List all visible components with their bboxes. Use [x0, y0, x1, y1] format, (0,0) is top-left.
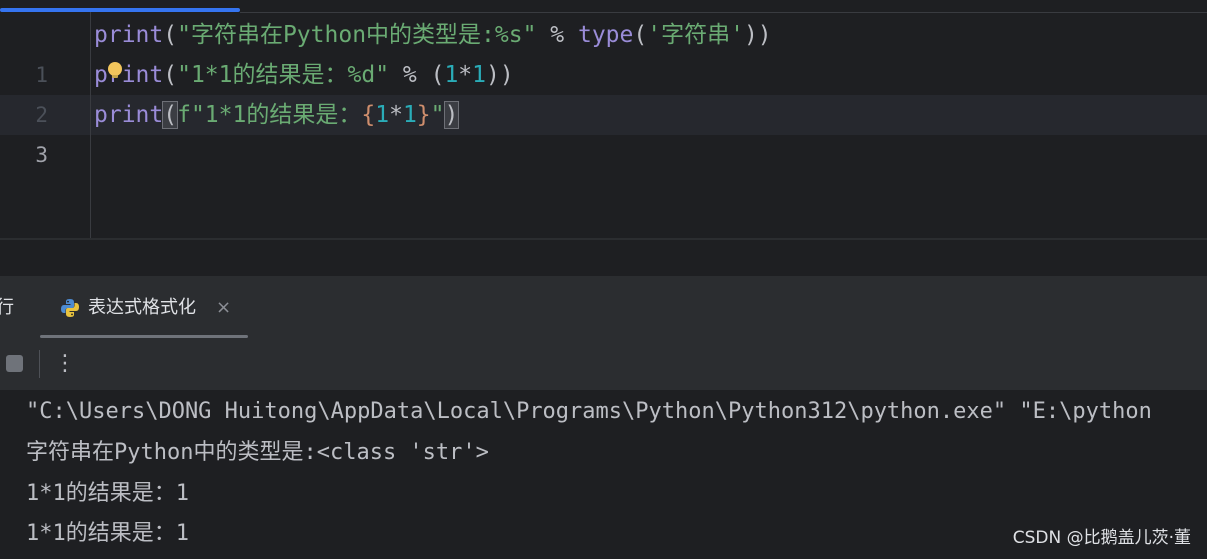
line-number-3[interactable]: 3	[0, 135, 48, 175]
code-content-2[interactable]: print("1*1的结果是：%d" % (1*1))	[94, 55, 514, 95]
code-line-3[interactable]: 3 print(f"1*1的结果是：{1*1}")	[0, 95, 1207, 167]
token-brace: }	[416, 102, 431, 128]
code-content-1[interactable]: print("字符串在Python中的类型是:%s" % type('字符串')…	[94, 15, 772, 55]
code-editor[interactable]: 1 print("字符串在Python中的类型是:%s" % type('字符串…	[0, 0, 1207, 240]
token-fstring: f"1*1的结果是：	[177, 102, 362, 128]
stop-icon[interactable]	[6, 355, 23, 372]
console-line: 字符串在Python中的类型是:<class 'str'>	[26, 440, 489, 465]
run-toolbar: ⋮	[0, 338, 1207, 390]
token-paren-match: (	[162, 101, 179, 129]
more-options-icon[interactable]: ⋮	[54, 348, 76, 380]
token-operator: % (	[389, 62, 445, 88]
code-line-2[interactable]: 2 print("1*1的结果是：%d" % (1*1))	[0, 55, 1207, 127]
token-paren-match: )	[443, 101, 460, 129]
token-string: "	[430, 102, 445, 128]
close-icon[interactable]: ×	[216, 294, 231, 322]
token-string: "1*1的结果是：%d"	[177, 62, 390, 88]
python-icon	[61, 299, 79, 317]
console-line: "C:\Users\DONG Huitong\AppData\Local\Pro…	[26, 399, 1152, 424]
toolbar-separator	[39, 350, 40, 378]
run-tab-title: 表达式格式化	[88, 297, 196, 318]
run-panel-label[interactable]: 行	[0, 294, 14, 322]
lightbulb-icon[interactable]	[108, 62, 122, 78]
token-paren: (	[163, 22, 178, 48]
token-paren: ))	[486, 62, 514, 88]
watermark: CSDN @比鹅盖儿茨·董	[1012, 528, 1191, 548]
token-operator: *	[389, 102, 403, 128]
token-string: "字符串在Python中的类型是:%s"	[177, 22, 537, 48]
token-paren: ))	[743, 22, 772, 48]
run-tab[interactable]: 表达式格式化 ×	[40, 290, 248, 338]
token-function: type	[577, 22, 634, 48]
token-brace: {	[361, 102, 376, 128]
token-function: print	[94, 62, 164, 88]
code-line-1[interactable]: 1 print("字符串在Python中的类型是:%s" % type('字符串…	[0, 15, 1207, 87]
token-function: print	[94, 102, 164, 128]
run-panel: 行 表达式格式化 × ⋮ "C:\Users\DONG Huitong\AppD…	[0, 276, 1207, 559]
token-operator: %	[536, 22, 578, 48]
console-line: 1*1的结果是：1	[26, 521, 189, 546]
token-number: 1	[472, 62, 487, 88]
editor-bottom-border	[0, 238, 1207, 240]
token-paren: (	[163, 62, 178, 88]
token-string: '字符串'	[647, 22, 744, 48]
token-number: 1	[375, 102, 390, 128]
token-paren: (	[633, 22, 648, 48]
active-tab-indicator	[0, 8, 240, 12]
run-tab-bar: 行 表达式格式化 ×	[0, 276, 1207, 339]
token-number: 1	[402, 102, 417, 128]
token-number: 1	[444, 62, 459, 88]
console-line: 1*1的结果是：1	[26, 481, 189, 506]
code-content-3[interactable]: print(f"1*1的结果是：{1*1}")	[94, 95, 460, 135]
editor-top-separator	[240, 12, 1207, 13]
token-function: print	[94, 22, 164, 48]
token-operator: *	[458, 62, 473, 88]
